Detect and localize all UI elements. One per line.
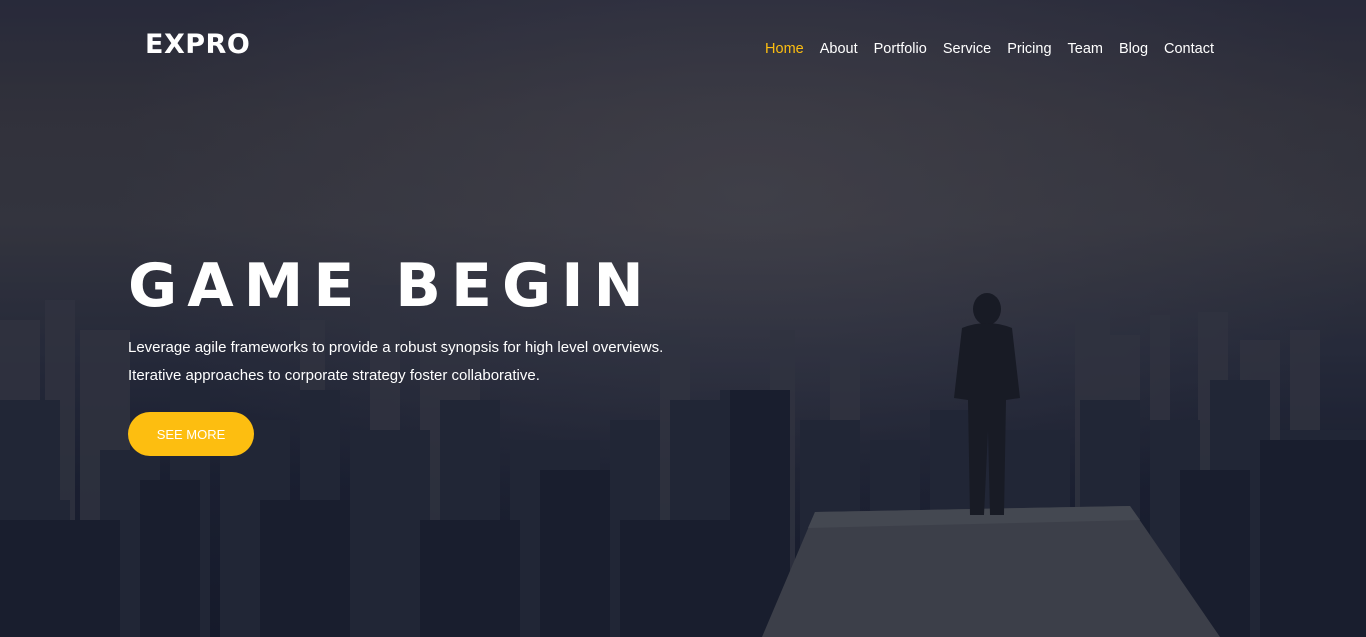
navbar: EXPRO Home About Portfolio Service Prici… xyxy=(0,0,1366,96)
nav-item-home[interactable]: Home xyxy=(765,39,804,59)
hero-description: Leverage agile frameworks to provide a r… xyxy=(128,334,828,390)
nav-item-pricing[interactable]: Pricing xyxy=(1007,39,1051,59)
nav-item-blog[interactable]: Blog xyxy=(1119,39,1148,59)
hero-content: GAME BEGIN Leverage agile frameworks to … xyxy=(128,250,828,456)
nav-item-team[interactable]: Team xyxy=(1068,39,1103,59)
hero-description-line-2: Iterative approaches to corporate strate… xyxy=(128,367,540,384)
hero-description-line-1: Leverage agile frameworks to provide a r… xyxy=(128,339,664,356)
nav-item-service[interactable]: Service xyxy=(943,39,991,59)
nav-item-about[interactable]: About xyxy=(820,39,858,59)
brand-logo[interactable]: EXPRO xyxy=(145,29,250,61)
nav-item-contact[interactable]: Contact xyxy=(1164,39,1214,59)
main-menu: Home About Portfolio Service Pricing Tea… xyxy=(765,39,1214,59)
hero-section: EXPRO Home About Portfolio Service Prici… xyxy=(0,0,1366,637)
see-more-button[interactable]: SEE MORE xyxy=(128,412,254,456)
nav-item-portfolio[interactable]: Portfolio xyxy=(874,39,927,59)
hero-title: GAME BEGIN xyxy=(128,251,654,321)
